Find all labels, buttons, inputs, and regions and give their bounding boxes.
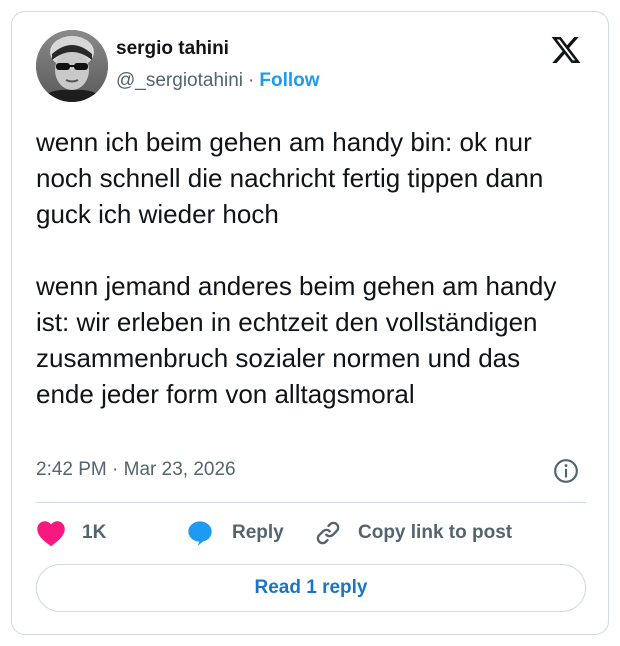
x-logo-icon[interactable] <box>550 34 582 66</box>
author-name[interactable]: sergio tahini <box>116 38 229 60</box>
heart-icon <box>37 521 65 547</box>
copy-link-button[interactable]: Copy link to post <box>314 519 512 547</box>
link-icon <box>316 521 340 545</box>
author-handle[interactable]: @_sergiotahini <box>116 70 243 91</box>
post-timestamp[interactable]: 2:42 PM · Mar 23, 2026 <box>36 459 236 481</box>
avatar-image <box>36 30 108 102</box>
read-reply-button[interactable]: Read 1 reply <box>36 564 586 612</box>
action-bar: 1K Reply Copy link to post <box>36 517 512 549</box>
separator-dot: · <box>248 70 255 91</box>
like-count: 1K <box>82 522 107 543</box>
reply-button[interactable]: Reply <box>186 519 314 547</box>
avatar[interactable] <box>36 30 108 102</box>
follow-link[interactable]: Follow <box>259 70 319 91</box>
copy-link-label: Copy link to post <box>358 522 513 543</box>
reply-label: Reply <box>232 522 284 543</box>
post-text: wenn ich beim gehen am handy bin: ok nur… <box>36 127 557 409</box>
author-handle-row: @_sergiotahini · Follow <box>116 70 320 92</box>
embedded-post-card: sergio tahini @_sergiotahini · Follow wenn… <box>11 11 609 635</box>
info-icon[interactable] <box>553 458 579 484</box>
speech-bubble-icon <box>188 521 212 546</box>
like-button[interactable]: 1K <box>36 519 186 547</box>
divider <box>36 502 586 503</box>
